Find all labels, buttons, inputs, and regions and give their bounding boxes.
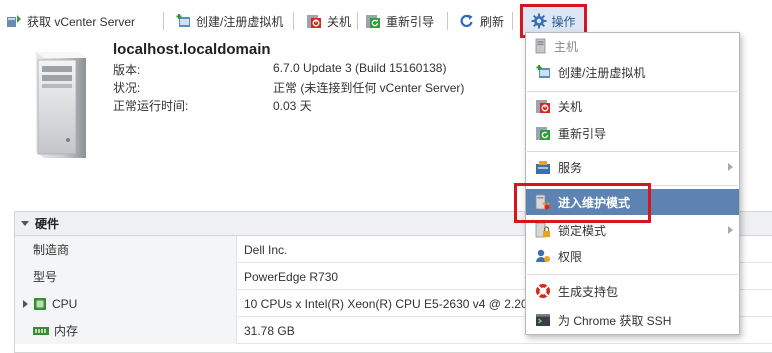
host-icon [535,38,547,54]
server-icon [28,48,90,160]
menu-item-label: 为 Chrome 获取 SSH [558,313,672,328]
host-name: localhost.localdomain [113,41,271,58]
reboot-icon [365,13,381,29]
menu-item-label: 生成支持包 [558,284,619,299]
toolbar-divider [512,12,513,30]
shutdown-button[interactable]: 关机 [306,10,351,32]
menu-item-label: 关机 [558,99,583,114]
permissions-icon [535,248,551,264]
toolbar-divider [163,12,164,30]
menu-divider [527,91,738,92]
shutdown-icon [306,13,322,29]
row-key: 内存 [54,324,79,338]
menu-header: 主机 [526,33,739,59]
hardware-title: 硬件 [35,217,60,231]
menu-item-label: 服务 [558,160,583,175]
status-value: 正常 (未连接到任何 vCenter Server) [273,81,465,95]
maintenance-highlight-box [514,183,651,223]
refresh-label: 刷新 [480,14,505,29]
expand-arrow-icon[interactable] [23,299,28,308]
row-value: PowerEdge R730 [244,269,339,284]
toolbar-divider [447,12,448,30]
memory-icon [33,325,49,337]
row-key: CPU [52,296,78,311]
get-vcenter-label: 获取 vCenter Server [27,14,136,29]
refresh-button[interactable]: 刷新 [459,10,504,32]
row-key: 制造商 [33,243,70,257]
shutdown-label: 关机 [327,14,352,29]
toolbar-divider [357,12,358,30]
create-vm-icon [175,13,191,29]
toolbar-divider [293,12,294,30]
create-vm-button[interactable]: 创建/注册虚拟机 [175,10,283,32]
row-key: 型号 [33,270,58,284]
ssh-icon [535,312,551,328]
menu-item-label: 权限 [558,249,583,264]
menu-item-shutdown[interactable]: 关机 [526,93,739,119]
reboot-icon [535,125,551,141]
services-icon [535,159,551,175]
lockdown-icon [535,222,551,238]
version-value: 6.7.0 Update 3 (Build 15160138) [273,61,447,75]
menu-item-reboot[interactable]: 重新引导 [526,120,739,146]
collapse-arrow-icon[interactable] [21,221,29,226]
vcenter-icon [6,13,22,29]
menu-divider [527,274,738,275]
gear-icon [531,13,547,29]
menu-item-permissions[interactable]: 权限 [526,243,739,269]
row-value: Dell Inc. [244,242,288,257]
submenu-arrow-icon [728,163,733,171]
menu-item-create-vm[interactable]: 创建/注册虚拟机 [526,59,739,85]
uptime-label: 正常运行时间: [113,99,189,113]
menu-item-support-bundle[interactable]: 生成支持包 [526,278,739,304]
create-vm-icon [535,64,551,80]
menu-item-services[interactable]: 服务 [526,154,739,180]
status-label: 状况: [113,81,141,95]
row-value: 31.78 GB [244,323,295,338]
menu-item-label: 重新引导 [558,126,607,141]
support-bundle-icon [535,283,551,299]
reboot-label: 重新引导 [386,14,435,29]
refresh-icon [459,13,475,29]
actions-label: 操作 [551,14,576,29]
cpu-icon [33,297,47,311]
get-vcenter-button[interactable]: 获取 vCenter Server [6,10,135,32]
menu-divider [527,151,738,152]
submenu-arrow-icon [728,226,733,234]
shutdown-icon [535,98,551,114]
menu-item-label: 锁定模式 [558,223,607,238]
menu-item-label: 创建/注册虚拟机 [558,65,646,80]
menu-header-label: 主机 [554,39,579,54]
uptime-value: 0.03 天 [273,99,312,113]
menu-item-ssh-chrome[interactable]: 为 Chrome 获取 SSH [526,307,739,333]
create-vm-label: 创建/注册虚拟机 [196,14,284,29]
reboot-button[interactable]: 重新引导 [365,10,434,32]
row-value: 10 CPUs x Intel(R) Xeon(R) CPU E5-2630 v… [244,296,528,311]
version-label: 版本: [113,63,141,77]
